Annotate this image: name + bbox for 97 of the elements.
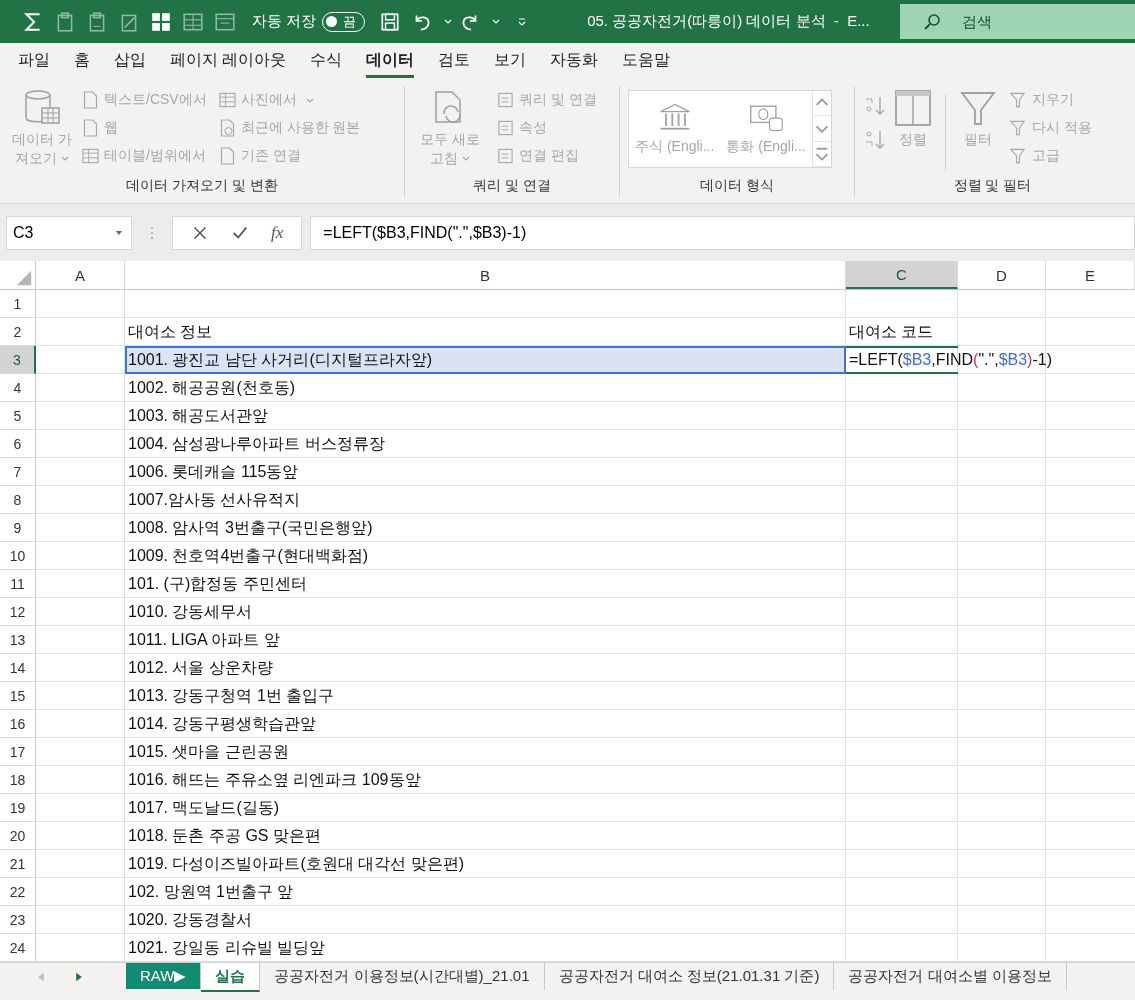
- filter-icon: [1010, 147, 1027, 165]
- cell-text: 1020. 강동경찰서: [128, 909, 253, 930]
- cell-text: 1007.암사동 선사유적지: [128, 489, 301, 510]
- column-header[interactable]: A: [36, 261, 125, 289]
- cell-text: 1017. 맥도날드(길동): [128, 797, 280, 818]
- row-header[interactable]: 11: [0, 570, 36, 598]
- sort-table-icon: [893, 88, 933, 128]
- cell-text: 1018. 둔촌 주공 GS 맞은편: [128, 825, 321, 846]
- row-header[interactable]: 15: [0, 682, 36, 710]
- cell-text: 1010. 강동세무서: [128, 601, 253, 622]
- cell-text: 102. 망원역 1번출구 앞: [128, 881, 294, 902]
- group-label: 정렬 및 필터: [953, 177, 1032, 195]
- menu-tab[interactable]: 페이지 레이아웃: [170, 45, 287, 78]
- row-header[interactable]: 14: [0, 654, 36, 682]
- group-label: 데이터 가져오기 및 변환: [126, 177, 278, 195]
- cell-text: 1021. 강일동 리슈빌 빌딩앞: [128, 937, 326, 958]
- column-header[interactable]: D: [958, 261, 1046, 289]
- cell-formula[interactable]: =LEFT($B3,FIND(".",$B3)-1): [849, 351, 1052, 369]
- select-all-icon[interactable]: [15, 269, 33, 287]
- menu-tab[interactable]: 도움말: [622, 45, 671, 78]
- row-header[interactable]: 17: [0, 738, 36, 766]
- filter-icon: [1010, 119, 1027, 137]
- row-header[interactable]: 12: [0, 598, 36, 626]
- cell-text: 1002. 해공공원(천호동): [128, 377, 296, 398]
- row-header[interactable]: 8: [0, 486, 36, 514]
- row-header[interactable]: 1: [0, 290, 36, 318]
- formula-input[interactable]: =LEFT($B3,FIND(".",$B3)-1): [310, 215, 1135, 250]
- row-header[interactable]: 10: [0, 542, 36, 570]
- menu-tab[interactable]: 파일: [18, 45, 50, 78]
- cell-text: 1006. 롯데캐슬 115동앞: [128, 461, 299, 482]
- name-box[interactable]: C3: [6, 215, 132, 250]
- sheet-tab[interactable]: 공공자전거 이용정보(시간대별)_21.01: [260, 963, 545, 990]
- menu-tab[interactable]: 자동화: [550, 45, 599, 78]
- grid-icon[interactable]: [150, 10, 172, 33]
- row-header[interactable]: 23: [0, 906, 36, 934]
- menu-tab[interactable]: 삽입: [114, 45, 146, 78]
- cell-text: 1008. 암사역 3번출구(국민은행앞): [128, 517, 373, 538]
- row-header[interactable]: 7: [0, 458, 36, 486]
- row-header[interactable]: 3: [0, 346, 36, 374]
- row-header[interactable]: 19: [0, 794, 36, 822]
- filter-icon: [1010, 91, 1027, 109]
- table-icon: [82, 147, 99, 165]
- cell-text: 1009. 천호역4번출구(현대백화점): [128, 545, 369, 566]
- search-field[interactable]: 검색: [900, 4, 1135, 39]
- cell-text: 101. (구)합정동 주민센터: [128, 573, 307, 594]
- column-header[interactable]: C: [846, 261, 958, 289]
- cell-text: 1016. 해뜨는 주유소옆 리엔파크 109동앞: [128, 769, 421, 790]
- group-label: 데이터 형식: [700, 177, 774, 195]
- cell-text: 1004. 삼성광나루아파트 버스정류장: [128, 433, 385, 454]
- cell-text: 대여소 코드: [849, 321, 934, 342]
- menu-tab[interactable]: 데이터: [366, 45, 415, 78]
- row-header[interactable]: 4: [0, 374, 36, 402]
- menu-tab[interactable]: 수식: [310, 45, 343, 78]
- sheet-tab[interactable]: 공공자전거 대여소 정보(21.01.31 기준): [544, 963, 835, 990]
- sheet-tab[interactable]: RAW▶: [126, 963, 202, 989]
- cell-text: 1003. 해공도서관앞: [128, 405, 269, 426]
- row-header[interactable]: 5: [0, 402, 36, 430]
- menu-tab[interactable]: 홈: [74, 45, 90, 78]
- row-header[interactable]: 20: [0, 822, 36, 850]
- cell-text: 1011. LIGA 아파트 앞: [128, 629, 280, 650]
- menu-tab[interactable]: 검토: [438, 45, 471, 78]
- row-header[interactable]: 9: [0, 514, 36, 542]
- page-icon: [82, 119, 99, 137]
- grip-icon: [150, 224, 154, 241]
- cell-text: 1019. 다성이즈빌아파트(호원대 대각선 맞은편): [128, 853, 465, 874]
- row-header[interactable]: 13: [0, 626, 36, 654]
- cell-text: 대여소 정보: [128, 321, 213, 342]
- cell-text: 1012. 서울 상운차량: [128, 657, 273, 678]
- row-header[interactable]: 24: [0, 934, 36, 962]
- row-header[interactable]: 18: [0, 766, 36, 794]
- sheet-tab[interactable]: 공공자전거 대여소별 이용정보: [834, 963, 1067, 990]
- row-header[interactable]: 22: [0, 878, 36, 906]
- group-label: 쿼리 및 연결: [473, 177, 551, 195]
- cell-text: 1015. 샛마을 근린공원: [128, 741, 289, 762]
- page-icon: [82, 91, 99, 109]
- column-header[interactable]: E: [1046, 261, 1135, 289]
- row-header[interactable]: 2: [0, 318, 36, 346]
- page-icon: [218, 147, 236, 165]
- clock-page-icon: [218, 119, 236, 137]
- insert-function-button[interactable]: fx: [271, 222, 284, 243]
- table-icon: [218, 91, 236, 109]
- panel-icon: [497, 91, 514, 109]
- search-icon: [922, 12, 942, 32]
- panel-icon: [497, 147, 514, 165]
- cell-text: 1014. 강동구평생학습관앞: [128, 713, 317, 734]
- menu-tab[interactable]: 보기: [494, 45, 527, 78]
- window-title: 05. 공공자전거(따릉이) 데이터 분석 - E...: [587, 12, 871, 31]
- sheet-tab[interactable]: 실습: [201, 963, 261, 992]
- row-header[interactable]: 21: [0, 850, 36, 878]
- cell-text: 1001. 광진교 남단 사거리(디지털프라자앞): [128, 349, 433, 370]
- customize-icon[interactable]: [517, 16, 528, 27]
- cell-text: 1013. 강동구청역 1번 출입구: [128, 685, 335, 706]
- save-icon[interactable]: [379, 10, 402, 33]
- autosave-label: 자동 저장: [252, 12, 317, 31]
- row-header[interactable]: 6: [0, 430, 36, 458]
- panel-icon: [497, 119, 514, 137]
- row-header[interactable]: 16: [0, 710, 36, 738]
